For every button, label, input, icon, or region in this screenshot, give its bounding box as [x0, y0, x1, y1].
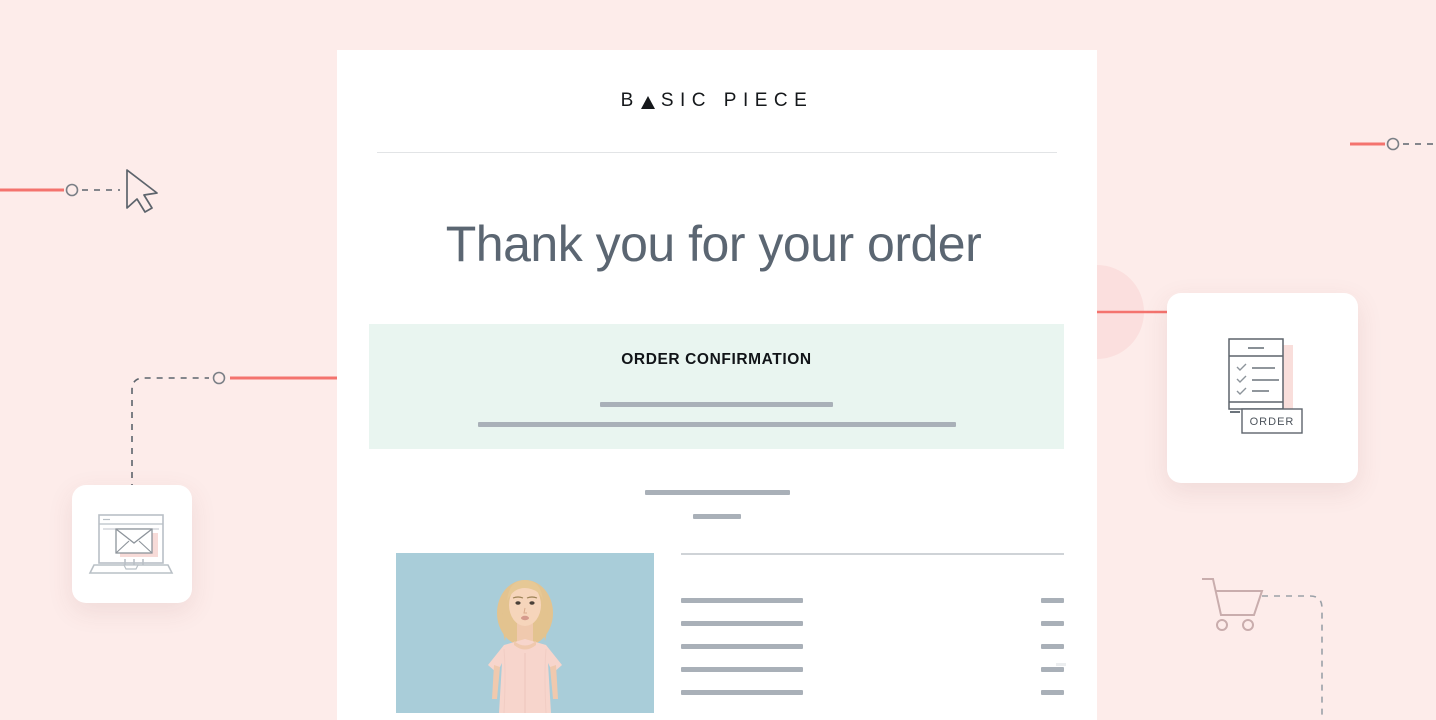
confirmation-placeholder-bar-2 — [477, 422, 956, 427]
line-item-name-bar — [681, 690, 803, 695]
order-checklist-icon: ORDER — [1228, 338, 1303, 434]
table-row — [681, 621, 1064, 626]
line-item-name-bar — [681, 667, 803, 672]
page-title: Thank you for your order — [445, 216, 982, 272]
brand-logo[interactable]: B SIC PIECE — [621, 90, 814, 112]
line-item-price-bar — [1041, 690, 1064, 695]
line-item-name-bar — [681, 621, 803, 626]
triangle-mark-icon — [640, 95, 655, 109]
laptop-email-card[interactable] — [72, 485, 192, 603]
faint-edge-mark — [1056, 663, 1066, 666]
line-item-price-bar — [1041, 598, 1064, 603]
shopping-cart-icon — [1202, 578, 1264, 631]
header-divider — [377, 152, 1057, 153]
table-row — [681, 690, 1064, 695]
line-item-name-bar — [681, 644, 803, 649]
summary-placeholder-block — [337, 490, 1097, 519]
order-details-column — [681, 553, 1097, 713]
brand-suffix: SIC PIECE — [660, 90, 814, 111]
cursor-arrow-icon — [126, 169, 158, 213]
bottom-right-connector — [1262, 595, 1323, 720]
top-right-connector — [1350, 137, 1436, 151]
order-item-area — [337, 553, 1097, 713]
email-page: B SIC PIECE Thank you for your order ORD… — [337, 50, 1097, 720]
summary-placeholder-bar-1 — [644, 490, 790, 495]
order-confirmation-band: ORDER CONFIRMATION — [369, 324, 1064, 449]
order-card-label: ORDER — [1250, 416, 1295, 428]
table-row — [681, 598, 1064, 603]
table-row — [681, 667, 1064, 672]
top-left-connector — [0, 183, 120, 197]
table-row — [681, 644, 1064, 649]
summary-placeholder-bar-2 — [693, 514, 741, 519]
brand-header: B SIC PIECE — [337, 50, 1097, 152]
product-photo[interactable] — [396, 553, 654, 713]
confirmation-placeholder-bar-1 — [600, 402, 833, 407]
line-item-price-bar — [1041, 644, 1064, 649]
order-confirmation-title: ORDER CONFIRMATION — [621, 351, 812, 368]
line-item-list — [681, 598, 1064, 695]
brand-prefix: B — [620, 90, 640, 111]
line-item-name-bar — [681, 598, 803, 603]
mid-left-connector — [131, 371, 340, 490]
order-checklist-card[interactable]: ORDER — [1167, 293, 1358, 483]
line-item-price-bar — [1041, 621, 1064, 626]
line-item-price-bar — [1041, 667, 1064, 672]
laptop-email-icon — [88, 514, 174, 574]
details-divider — [681, 553, 1064, 555]
